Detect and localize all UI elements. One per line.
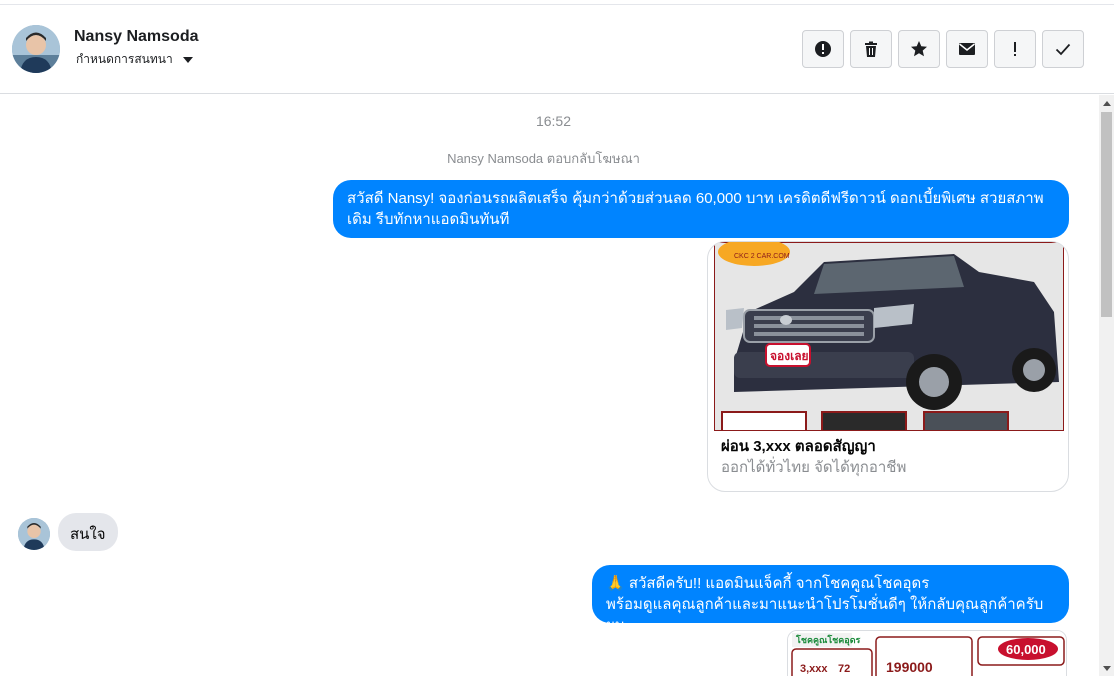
ad-card[interactable]: CKC 2 CAR.COM จองเลย ผ่อน 3,xxx ตลอดสัญญ… [707,241,1069,492]
message-line-1: 🙏 สวัสดีครับ!! แอดมินแจ็คกี้ จากโชคคูณโช… [606,575,930,592]
ad-image[interactable]: CKC 2 CAR.COM จองเลย [714,242,1064,431]
outgoing-message-2[interactable]: 🙏 สวัสดีครับ!! แอดมินแจ็คกี้ จากโชคคูณโช… [592,565,1069,634]
scroll-up-arrow-icon[interactable] [1099,95,1114,110]
trash-icon [865,41,877,57]
scrollbar-thumb[interactable] [1101,112,1112,317]
delete-button[interactable] [850,30,892,68]
promo-image[interactable]: โชคคูณโชคอุดร 3,xxx 72 199000 60,000 [787,630,1067,676]
conversation-toolbar [802,30,1084,68]
exclamation-circle-icon [815,41,831,57]
star-button[interactable] [898,30,940,68]
assign-conversation-dropdown[interactable]: กำหนดการสนทนา [76,50,193,69]
mark-done-button[interactable] [1042,30,1084,68]
caret-down-icon [182,56,193,63]
promo-discount: 60,000 [1006,642,1046,657]
mark-unread-button[interactable] [946,30,988,68]
promo-brand: โชคคูณโชคอุดร [795,634,861,646]
sender-avatar [18,518,50,550]
conversation-header: Nansy Namsoda กำหนดการสนทนา [0,5,1114,94]
replied-to-ad-note: Nansy Namsoda ตอบกลับโฆษณา [447,151,640,166]
follow-up-button[interactable] [994,30,1036,68]
incoming-message[interactable]: สนใจ [58,513,118,551]
assign-label: กำหนดการสนทนา [76,52,173,66]
star-icon [911,41,927,57]
outgoing-message[interactable]: สวัสดี Nansy! จองก่อนรถผลิตเสร็จ คุ้มกว่… [333,180,1069,238]
promo-months: 72 [838,663,850,675]
dealer-logo: CKC 2 CAR.COM [734,253,790,260]
spam-button[interactable] [802,30,844,68]
promo-installment: 3,xxx [800,663,828,675]
checkmark-icon [1055,43,1071,56]
contact-avatar[interactable] [12,25,60,73]
envelope-icon [959,43,975,55]
ad-card-subtitle: ออกได้ทั่วไทย จัดได้ทุกอาชีพ [721,459,907,476]
contact-name[interactable]: Nansy Namsoda [74,28,199,46]
thread-timestamp: 16:52 [535,113,572,129]
promo-price: 199000 [886,659,933,675]
scroll-down-arrow-icon[interactable] [1099,661,1114,676]
thread-scrollbar[interactable] [1099,95,1114,676]
message-thread[interactable]: 16:52 Nansy Namsoda ตอบกลับโฆษณา สวัสดี … [0,95,1099,676]
exclamation-icon [1014,42,1016,56]
book-now-badge: จองเลย [770,349,809,363]
